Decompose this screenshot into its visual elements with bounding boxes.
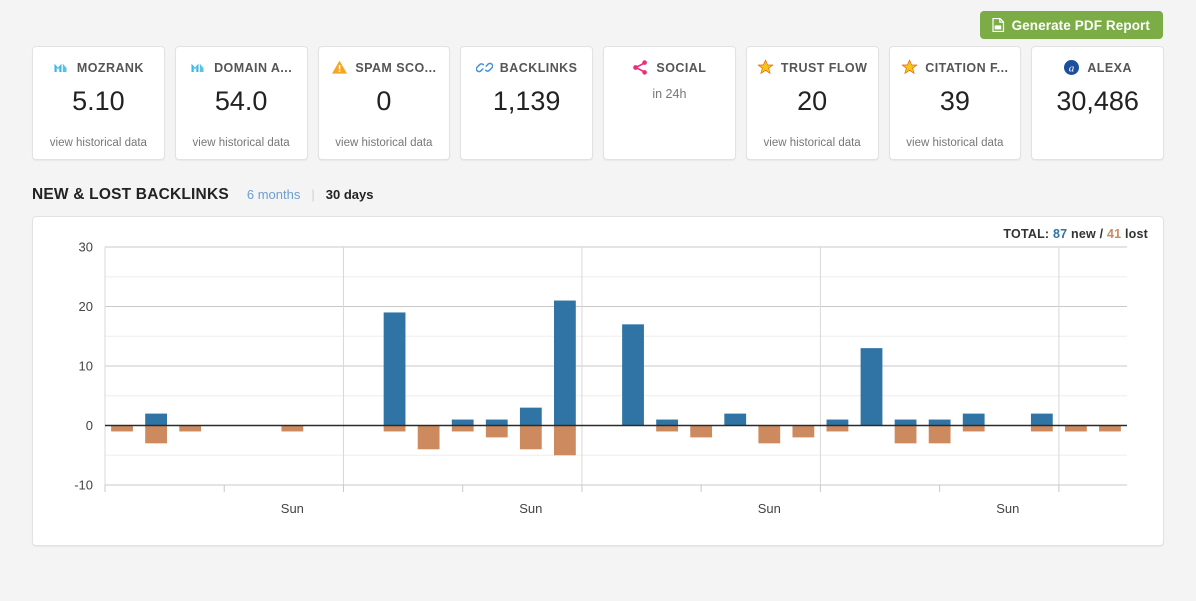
- star-icon: [901, 59, 918, 76]
- svg-text:Sun: Sun: [758, 501, 781, 516]
- share-social-icon: [632, 59, 649, 76]
- metric-card-title: TRUST FLOW: [780, 60, 868, 75]
- metric-card: a ALEXA 30,486: [1031, 46, 1164, 160]
- metric-card-header: SPAM SCO...: [325, 59, 444, 76]
- metric-card-title: DOMAIN A...: [214, 60, 293, 75]
- range-tab-30-days[interactable]: 30 days: [326, 187, 374, 202]
- metric-card-header: CITATION F...: [896, 59, 1015, 76]
- metric-card-subtext: in 24h: [652, 87, 687, 101]
- metric-card-value: 54.0: [214, 86, 268, 116]
- svg-text:20: 20: [79, 299, 93, 314]
- section-header: NEW & LOST BACKLINKS 6 months | 30 days: [0, 160, 1196, 204]
- view-historical-data-link[interactable]: view historical data: [764, 137, 861, 149]
- star-icon: [757, 59, 774, 76]
- metric-card-value: 39: [939, 86, 970, 116]
- backlinks-chart-panel: TOTAL: 87 new / 41 lost -10 0 10 20 30 Sun Sun…: [32, 216, 1164, 546]
- svg-text:30: 30: [79, 240, 93, 255]
- page-title: NEW & LOST BACKLINKS: [32, 186, 229, 203]
- generate-pdf-report-button[interactable]: Generate PDF Report: [979, 11, 1163, 39]
- metric-card: BACKLINKS 1,139: [460, 46, 593, 160]
- metric-card-value: 30,486: [1056, 86, 1139, 116]
- metric-cards-row: MOZRANK 5.10 view historical data DOMAIN …: [0, 46, 1196, 160]
- svg-text:Sun: Sun: [996, 501, 1019, 516]
- range-tabs: 6 months | 30 days: [247, 187, 374, 202]
- metric-card-header: DOMAIN A...: [182, 59, 301, 76]
- metric-card-title: ALEXA: [1087, 60, 1132, 75]
- alexa-circle-icon: a: [1063, 59, 1080, 76]
- range-tab-6-months[interactable]: 6 months: [247, 187, 300, 202]
- metric-card-title: SPAM SCO...: [355, 60, 437, 75]
- link-chain-icon: [475, 59, 494, 76]
- metric-card-value: 1,139: [492, 86, 561, 116]
- metric-card: CITATION F... 39 view historical data: [888, 46, 1022, 160]
- metric-card-header: a ALEXA: [1038, 59, 1157, 76]
- metric-card-title: SOCIAL: [656, 60, 707, 75]
- metric-card: SOCIAL in 24h: [603, 46, 736, 160]
- generate-pdf-report-label: Generate PDF Report: [1011, 17, 1150, 33]
- metric-card-value: 20: [797, 86, 828, 116]
- metric-card-header: TRUST FLOW: [753, 59, 872, 76]
- metric-card: MOZRANK 5.10 view historical data: [32, 46, 165, 160]
- metric-card-title: CITATION F...: [925, 60, 1009, 75]
- warning-triangle-icon: [331, 59, 348, 76]
- svg-text:0: 0: [86, 418, 93, 433]
- svg-text:Sun: Sun: [281, 501, 304, 516]
- metric-card-header: BACKLINKS: [467, 59, 586, 76]
- metric-card: DOMAIN A... 54.0 view historical data: [174, 46, 308, 160]
- metric-card: TRUST FLOW 20 view historical data: [745, 46, 879, 160]
- metric-card-header: SOCIAL: [610, 59, 729, 76]
- pdf-file-icon: [991, 17, 1005, 33]
- view-historical-data-link[interactable]: view historical data: [906, 137, 1003, 149]
- svg-text:a: a: [1069, 62, 1075, 74]
- range-tab-divider: |: [311, 187, 315, 202]
- metric-card-title: BACKLINKS: [499, 60, 578, 75]
- view-historical-data-link[interactable]: view historical data: [335, 137, 432, 149]
- svg-text:Sun: Sun: [519, 501, 542, 516]
- view-historical-data-link[interactable]: view historical data: [50, 137, 147, 149]
- metric-card-title: MOZRANK: [76, 60, 144, 75]
- metric-card-header: MOZRANK: [39, 59, 158, 76]
- metric-card-value: 5.10: [72, 86, 125, 116]
- metric-card-value: 0: [376, 86, 392, 116]
- toolbar: Generate PDF Report: [0, 0, 1196, 46]
- metric-card: SPAM SCO... 0 view historical data: [317, 46, 451, 160]
- moz-logo-icon: [190, 59, 207, 76]
- svg-text:10: 10: [79, 359, 93, 374]
- moz-logo-icon: [53, 59, 70, 76]
- bar-chart: -10 0 10 20 30 Sun Sun Sun Sun: [33, 217, 1163, 545]
- view-historical-data-link[interactable]: view historical data: [193, 137, 290, 149]
- svg-text:-10: -10: [74, 478, 93, 493]
